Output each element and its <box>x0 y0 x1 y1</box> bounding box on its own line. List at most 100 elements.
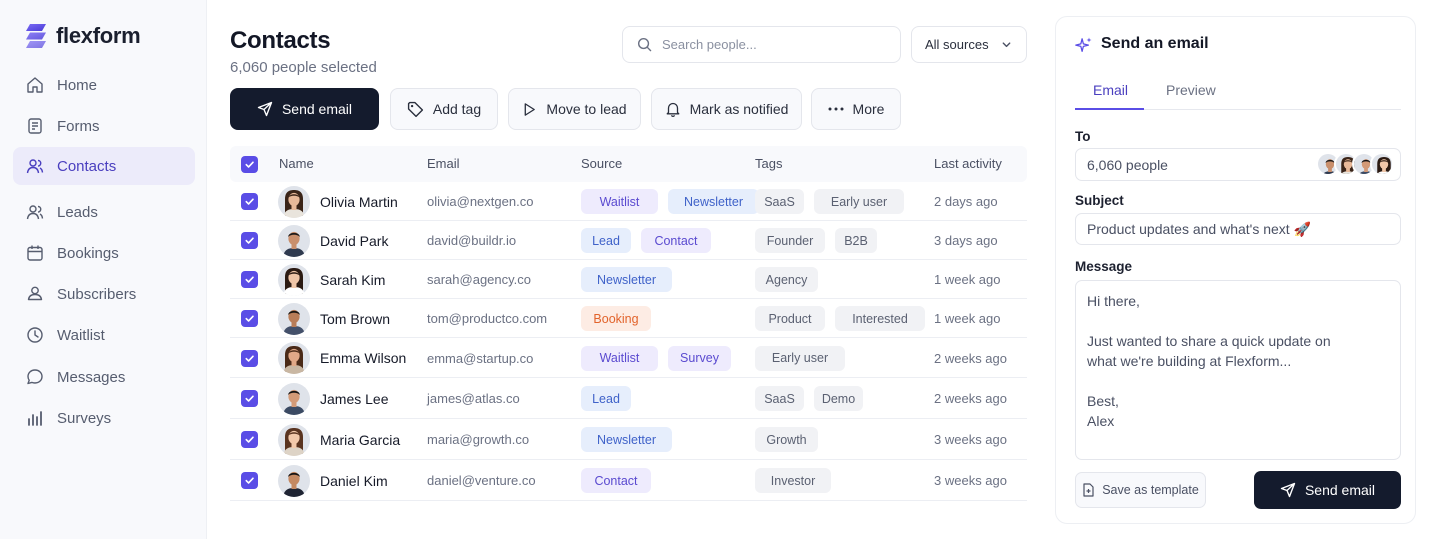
message-textarea[interactable]: Hi there, Just wanted to share a quick up… <box>1075 280 1401 460</box>
row-checkbox[interactable] <box>241 431 258 448</box>
subject-input[interactable]: Product updates and what's next 🚀 <box>1075 213 1401 245</box>
source-badge: Newsletter <box>581 267 672 292</box>
source-badge: Waitlist <box>581 189 658 214</box>
selection-count: 6,060 people selected <box>230 59 377 76</box>
contact-name[interactable]: Olivia Martin <box>320 194 398 210</box>
column-header-source[interactable]: Source <box>581 156 622 171</box>
check-icon <box>245 477 254 484</box>
sidebar-item-forms[interactable]: Forms <box>13 107 195 145</box>
sidebar-item-label: Contacts <box>57 157 117 175</box>
contact-email: david@buildr.io <box>427 233 517 248</box>
contact-email: sarah@agency.co <box>427 272 532 287</box>
contact-name[interactable]: Sarah Kim <box>320 272 385 288</box>
avatar <box>278 302 310 335</box>
mark-as-notified-label: Mark as notified <box>689 101 789 117</box>
select-all-checkbox[interactable] <box>241 156 258 173</box>
check-icon <box>245 315 254 322</box>
logo[interactable]: flexform <box>24 22 141 50</box>
recipients-value: 6,060 people <box>1087 156 1168 173</box>
row-checkbox[interactable] <box>241 390 258 407</box>
search-box[interactable] <box>622 26 901 63</box>
table-row[interactable]: Tom Brown tom@productco.com Booking Product… <box>230 299 1027 338</box>
last-activity: 1 week ago <box>934 311 1001 326</box>
table-row[interactable]: David Park david@buildr.io Lead Contact Foun… <box>230 221 1027 260</box>
mark-as-notified-button[interactable]: Mark as notified <box>651 88 802 130</box>
contacts-icon <box>25 156 45 176</box>
table-row[interactable]: Maria Garcia maria@growth.co Newsletter Gro… <box>230 419 1027 460</box>
sidebar: flexform Home Forms Contacts Leads Bookings S… <box>0 0 207 539</box>
send-email-button[interactable]: Send email <box>230 88 379 130</box>
column-header-tags[interactable]: Tags <box>755 156 782 171</box>
column-header-last-activity[interactable]: Last activity <box>934 156 1002 171</box>
sidebar-item-label: Subscribers <box>57 285 137 303</box>
save-as-template-label: Save as template <box>1102 483 1199 497</box>
more-horizontal-icon <box>828 107 844 111</box>
table-row[interactable]: Sarah Kim sarah@agency.co Newsletter Agency… <box>230 260 1027 299</box>
table-row[interactable]: Emma Wilson emma@startup.co Waitlist Survey… <box>230 338 1027 378</box>
contact-name[interactable]: Tom Brown <box>320 311 390 327</box>
panel-send-email-button[interactable]: Send email <box>1254 471 1401 509</box>
sidebar-item-surveys[interactable]: Surveys <box>13 399 195 437</box>
search-icon <box>637 37 652 52</box>
home-icon <box>25 75 45 95</box>
last-activity: 3 days ago <box>934 233 998 248</box>
sidebar-item-label: Home <box>57 76 98 94</box>
search-input[interactable] <box>662 37 882 52</box>
message-line: what we're building at Flexform... <box>1087 353 1292 369</box>
row-checkbox[interactable] <box>241 310 258 327</box>
contact-name[interactable]: Emma Wilson <box>320 350 406 366</box>
more-label: More <box>852 101 885 117</box>
bar-chart-icon <box>25 408 45 428</box>
tab-preview[interactable]: Preview <box>1166 82 1216 98</box>
move-to-lead-label: Move to lead <box>546 101 627 117</box>
table-row[interactable]: Daniel Kim daniel@venture.co Contact Invest… <box>230 460 1027 501</box>
sidebar-item-label: Leads <box>57 203 98 221</box>
add-tag-button[interactable]: Add tag <box>390 88 498 130</box>
page-title: Contacts <box>230 27 331 54</box>
send-email-label: Send email <box>281 101 353 117</box>
row-checkbox[interactable] <box>241 349 258 367</box>
more-button[interactable]: More <box>811 88 901 130</box>
row-checkbox[interactable] <box>241 193 258 210</box>
sidebar-item-bookings[interactable]: Bookings <box>13 234 195 272</box>
avatar <box>278 423 310 456</box>
source-badge: Newsletter <box>668 189 759 214</box>
last-activity: 2 days ago <box>934 194 998 209</box>
source-badge: Waitlist <box>581 345 658 371</box>
avatar <box>278 464 310 497</box>
contact-email: maria@growth.co <box>427 432 530 447</box>
source-filter-select[interactable]: All sources <box>911 26 1027 63</box>
sparkle-icon <box>1075 37 1092 53</box>
sidebar-item-home[interactable]: Home <box>13 66 195 104</box>
tab-email[interactable]: Email <box>1093 82 1128 98</box>
source-badge: Booking <box>581 306 651 331</box>
table-row[interactable]: James Lee james@atlas.co Lead SaaS Demo 2 wee… <box>230 378 1027 419</box>
row-checkbox[interactable] <box>241 472 258 489</box>
contact-name[interactable]: David Park <box>320 233 388 249</box>
contact-name[interactable]: Daniel Kim <box>320 473 388 489</box>
sidebar-item-subscribers[interactable]: Subscribers <box>13 275 195 313</box>
table-row[interactable]: Olivia Martin olivia@nextgen.co Waitlist Ne… <box>230 182 1027 221</box>
tag-badge: SaaS <box>755 386 804 411</box>
recipients-field[interactable]: 6,060 people <box>1075 148 1401 181</box>
avatar <box>278 382 310 415</box>
contact-name[interactable]: Maria Garcia <box>320 432 400 448</box>
check-icon <box>245 354 254 362</box>
contact-name[interactable]: James Lee <box>320 391 388 407</box>
move-to-lead-button[interactable]: Move to lead <box>508 88 641 130</box>
tag-badge: Product <box>755 306 825 331</box>
sidebar-item-messages[interactable]: Messages <box>13 358 195 396</box>
tag-badge: Agency <box>755 267 818 292</box>
table-header: Name Email Source Tags Last activity <box>230 146 1027 182</box>
tag-icon <box>407 101 423 117</box>
column-header-name[interactable]: Name <box>279 156 314 171</box>
sidebar-item-leads[interactable]: Leads <box>13 193 195 231</box>
row-checkbox[interactable] <box>241 271 258 288</box>
sidebar-item-label: Waitlist <box>57 326 105 344</box>
column-header-email[interactable]: Email <box>427 156 460 171</box>
sidebar-item-contacts[interactable]: Contacts <box>13 147 195 185</box>
bell-icon <box>666 102 680 117</box>
save-as-template-button[interactable]: Save as template <box>1075 472 1206 508</box>
sidebar-item-waitlist[interactable]: Waitlist <box>13 316 195 354</box>
row-checkbox[interactable] <box>241 232 258 249</box>
